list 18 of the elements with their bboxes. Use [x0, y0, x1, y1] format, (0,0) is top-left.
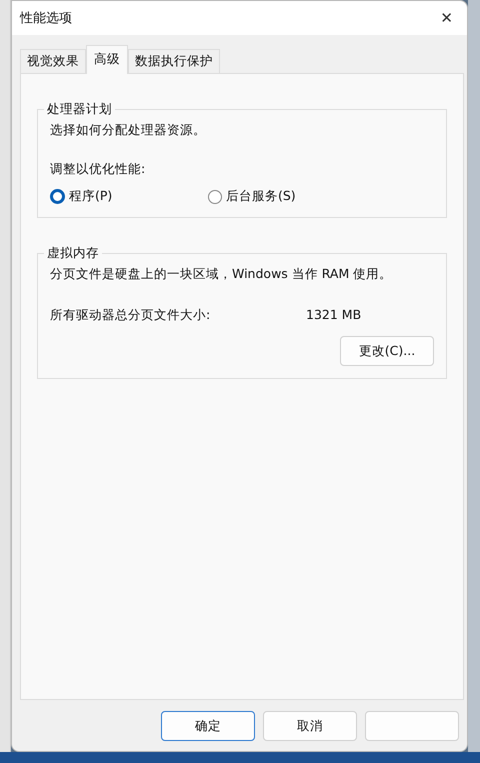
tab[interactable]: 数据执行保护 [128, 49, 220, 73]
adjust-label: 调整以优化性能: [50, 161, 146, 178]
dialog-button[interactable]: 确定 [161, 711, 255, 741]
change-button[interactable]: 更改(C)... [340, 336, 434, 366]
total-label: 所有驱动器总分页文件大小: [50, 307, 212, 324]
dialog-button[interactable]: 取消 [263, 711, 357, 741]
total-value: 1321 MB [306, 307, 362, 324]
description-text: 分页文件是硬盘上的一块区域，Windows 当作 RAM 使用。 [50, 266, 394, 283]
radio-option[interactable]: 程序(P) [50, 188, 208, 205]
apply-button[interactable] [365, 711, 459, 741]
description-text: 选择如何分配处理器资源。 [50, 122, 207, 139]
radio-option[interactable]: 后台服务(S) [208, 188, 366, 205]
window-title: 性能选项 [20, 10, 72, 27]
group-title: 虚拟内存 [46, 245, 100, 262]
group-title: 处理器计划 [46, 101, 113, 118]
tab[interactable]: 高级 [86, 45, 128, 74]
tab[interactable]: 视觉效果 [20, 49, 86, 73]
close-button[interactable]: ✕ [436, 7, 457, 29]
